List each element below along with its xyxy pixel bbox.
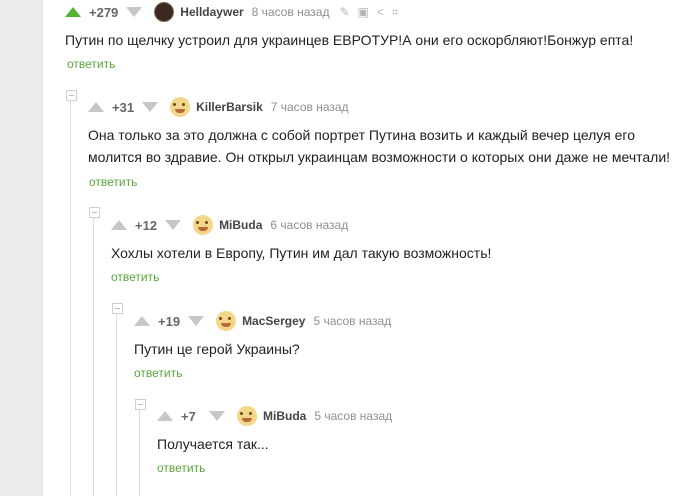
avatar[interactable] [170,97,191,117]
comment-author[interactable]: KillerBarsik [196,100,263,114]
comment-text: Получается так... [157,436,269,452]
comment-header: +12 MiBuda 6 часов назад [111,213,358,237]
upvote-arrow-icon[interactable] [111,220,127,230]
comment-header: +7 MiBuda 5 часов назад [157,404,402,428]
comment: +12 MiBuda 6 часов назад Хохлы хотели в … [111,213,691,289]
comment: +31 KillerBarsik 7 часов назад Она тольк… [88,95,698,195]
upvote-arrow-icon[interactable] [157,411,173,421]
comment: +19 MacSergey 5 часов назад Путин це гер… [134,309,684,385]
reply-link[interactable]: ответить [157,461,205,475]
comment-time[interactable]: 6 часов назад [270,218,348,232]
comment-text: Она только за это должна с собой портрет… [88,127,671,165]
thread-line [139,404,140,496]
comment-author[interactable]: MiBuda [219,218,262,232]
avatar[interactable] [193,215,214,235]
reply-link[interactable]: ответить [67,57,115,71]
comment-score: +12 [135,217,158,233]
comment-score: +31 [112,99,135,115]
comment-author[interactable]: Helldaywer [180,5,243,19]
upvote-arrow-icon[interactable] [65,7,81,17]
comment-header: +19 MacSergey 5 часов назад [134,309,401,333]
comment-time[interactable]: 5 часов назад [314,409,392,423]
avatar[interactable] [154,2,175,22]
downvote-arrow-icon[interactable] [188,316,205,326]
comment-score: +279 [89,4,119,20]
reply-link[interactable]: ответить [89,175,137,189]
comments-page: +279 Helldaywer 8 часов назад ✎ ▣ < ⌗ Пу… [0,0,700,496]
share-icon[interactable]: < [377,5,384,19]
reply-link[interactable]: ответить [134,366,182,380]
downvote-arrow-icon[interactable] [209,411,225,421]
comment-time[interactable]: 7 часов назад [271,100,349,114]
downvote-arrow-icon[interactable] [126,7,143,17]
reply-link[interactable]: ответить [111,270,159,284]
comment-header: +279 Helldaywer 8 часов назад ✎ ▣ < ⌗ [65,0,407,24]
comment-text: Путин це герой Украины? [134,341,300,357]
comment-header: +31 KillerBarsik 7 часов назад [88,95,359,119]
thread-line [93,212,94,496]
avatar[interactable] [237,406,257,426]
upvote-arrow-icon[interactable] [88,102,104,112]
comment-author[interactable]: MiBuda [263,409,306,423]
downvote-arrow-icon[interactable] [142,102,159,112]
comment-author[interactable]: MacSergey [242,314,305,328]
thread-line [116,308,117,496]
downvote-arrow-icon[interactable] [165,220,182,230]
pencil-icon[interactable]: ✎ [339,5,349,19]
comment: +7 MiBuda 5 часов назад Получается так..… [157,404,677,480]
more-icon[interactable]: ⌗ [392,5,399,20]
left-gutter [0,0,42,496]
comment-time[interactable]: 5 часов назад [313,314,391,328]
comment-text: Путин по щелчку устроил для украинцев ЕВ… [65,32,634,48]
thread-line [70,94,71,496]
upvote-arrow-icon[interactable] [134,316,150,326]
avatar[interactable] [216,311,237,331]
comment-score: +7 [181,408,196,424]
save-icon[interactable]: ▣ [358,5,369,19]
comment: +279 Helldaywer 8 часов назад ✎ ▣ < ⌗ Пу… [65,0,695,76]
comment-score: +19 [158,313,181,329]
collapse-toggle-icon[interactable] [66,90,77,101]
collapse-toggle-icon[interactable] [135,399,146,410]
comment-time[interactable]: 8 часов назад [252,5,330,19]
collapse-toggle-icon[interactable] [112,303,123,314]
collapse-toggle-icon[interactable] [89,207,100,218]
comments-panel: +279 Helldaywer 8 часов назад ✎ ▣ < ⌗ Пу… [42,0,700,496]
comment-text: Хохлы хотели в Европу, Путин им дал таку… [111,245,492,261]
